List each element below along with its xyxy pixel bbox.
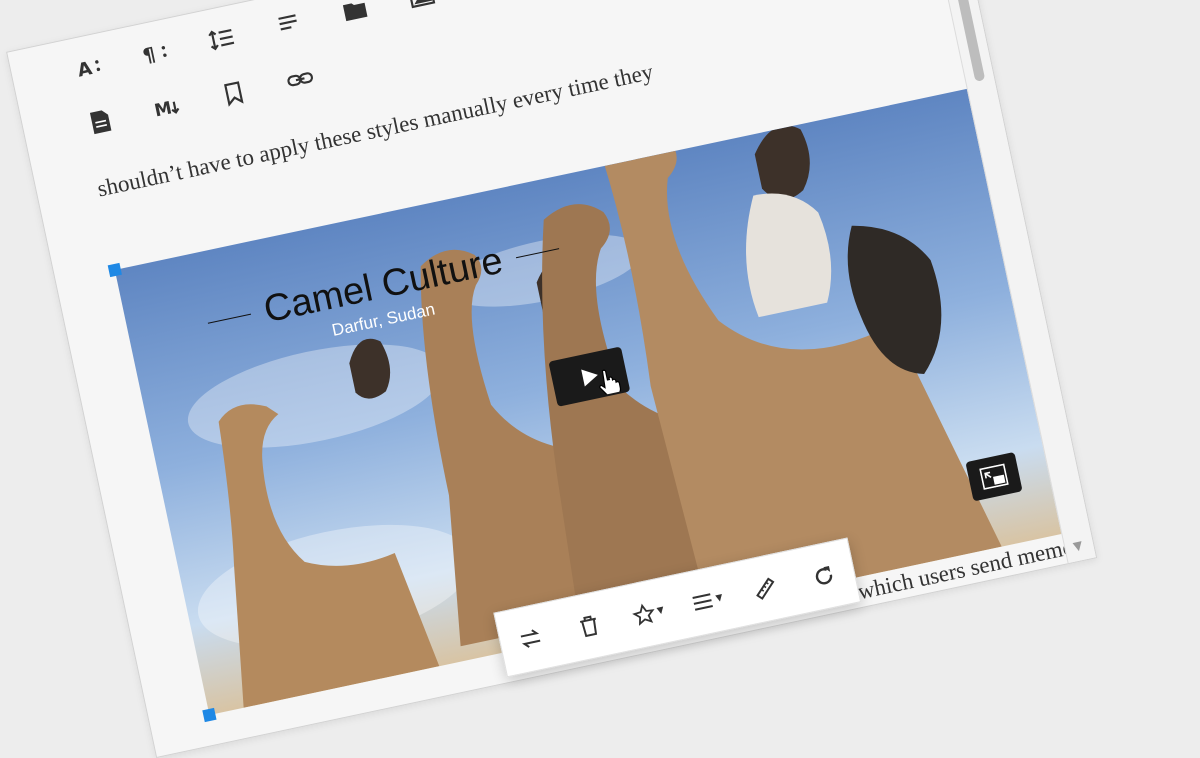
redo-icon bbox=[815, 565, 833, 585]
remove-video-button[interactable] bbox=[566, 602, 613, 649]
markdown-icon: M bbox=[153, 98, 180, 121]
replace-video-button[interactable] bbox=[507, 615, 554, 662]
link-icon bbox=[287, 72, 314, 87]
video-style-button[interactable]: ▼ bbox=[624, 590, 671, 637]
markdown-button[interactable]: M bbox=[147, 87, 187, 127]
scroll-down-arrow-icon[interactable]: ▼ bbox=[1072, 538, 1084, 554]
align-dropdown-caret-icon: ▼ bbox=[714, 592, 724, 605]
document-icon bbox=[89, 110, 112, 135]
pointer-cursor-icon bbox=[599, 369, 622, 396]
line-height-button[interactable] bbox=[202, 18, 242, 58]
star-dropdown-caret-icon: ▼ bbox=[656, 605, 666, 617]
bookmark-icon bbox=[224, 81, 244, 107]
file-manager-button[interactable] bbox=[335, 0, 375, 31]
paragraph-format-icon: ¶ bbox=[141, 43, 167, 68]
replace-icon bbox=[520, 629, 541, 648]
title-rule-right bbox=[515, 248, 560, 259]
star-icon bbox=[631, 603, 655, 626]
svg-text:A: A bbox=[76, 58, 95, 82]
folder-icon bbox=[342, 2, 368, 22]
paragraph-format-button[interactable]: ¶ bbox=[135, 33, 175, 73]
line-height-icon bbox=[208, 28, 235, 51]
video-size-button[interactable] bbox=[742, 565, 789, 612]
resize-handle-top-left[interactable] bbox=[107, 262, 122, 278]
font-size-button[interactable]: A bbox=[69, 47, 109, 87]
title-rule-left bbox=[207, 313, 252, 324]
insert-link-button[interactable] bbox=[280, 59, 320, 99]
document-button[interactable] bbox=[81, 102, 121, 142]
trash-icon bbox=[579, 615, 598, 638]
paragraph-style-icon bbox=[278, 14, 297, 31]
insert-image-icon bbox=[407, 0, 436, 9]
bookmark-button[interactable] bbox=[214, 73, 254, 113]
resize-handle-bottom-left[interactable] bbox=[202, 707, 217, 723]
align-icon bbox=[691, 593, 713, 611]
svg-text:¶: ¶ bbox=[141, 43, 158, 68]
insert-video-button[interactable] bbox=[468, 0, 508, 2]
rotated-stage: A ¶ M shouldn’t have to apply these styl… bbox=[6, 0, 1134, 758]
svg-text:M: M bbox=[153, 98, 174, 121]
insert-image-button[interactable] bbox=[401, 0, 441, 16]
scrollbar-thumb[interactable] bbox=[940, 0, 986, 82]
video-autoplay-button[interactable] bbox=[800, 553, 847, 600]
ruler-icon bbox=[756, 577, 775, 600]
video-align-button[interactable]: ▼ bbox=[683, 577, 730, 624]
paragraph-style-button[interactable] bbox=[268, 4, 308, 44]
font-size-icon: A bbox=[76, 58, 101, 82]
picture-in-picture-icon bbox=[979, 463, 1009, 490]
